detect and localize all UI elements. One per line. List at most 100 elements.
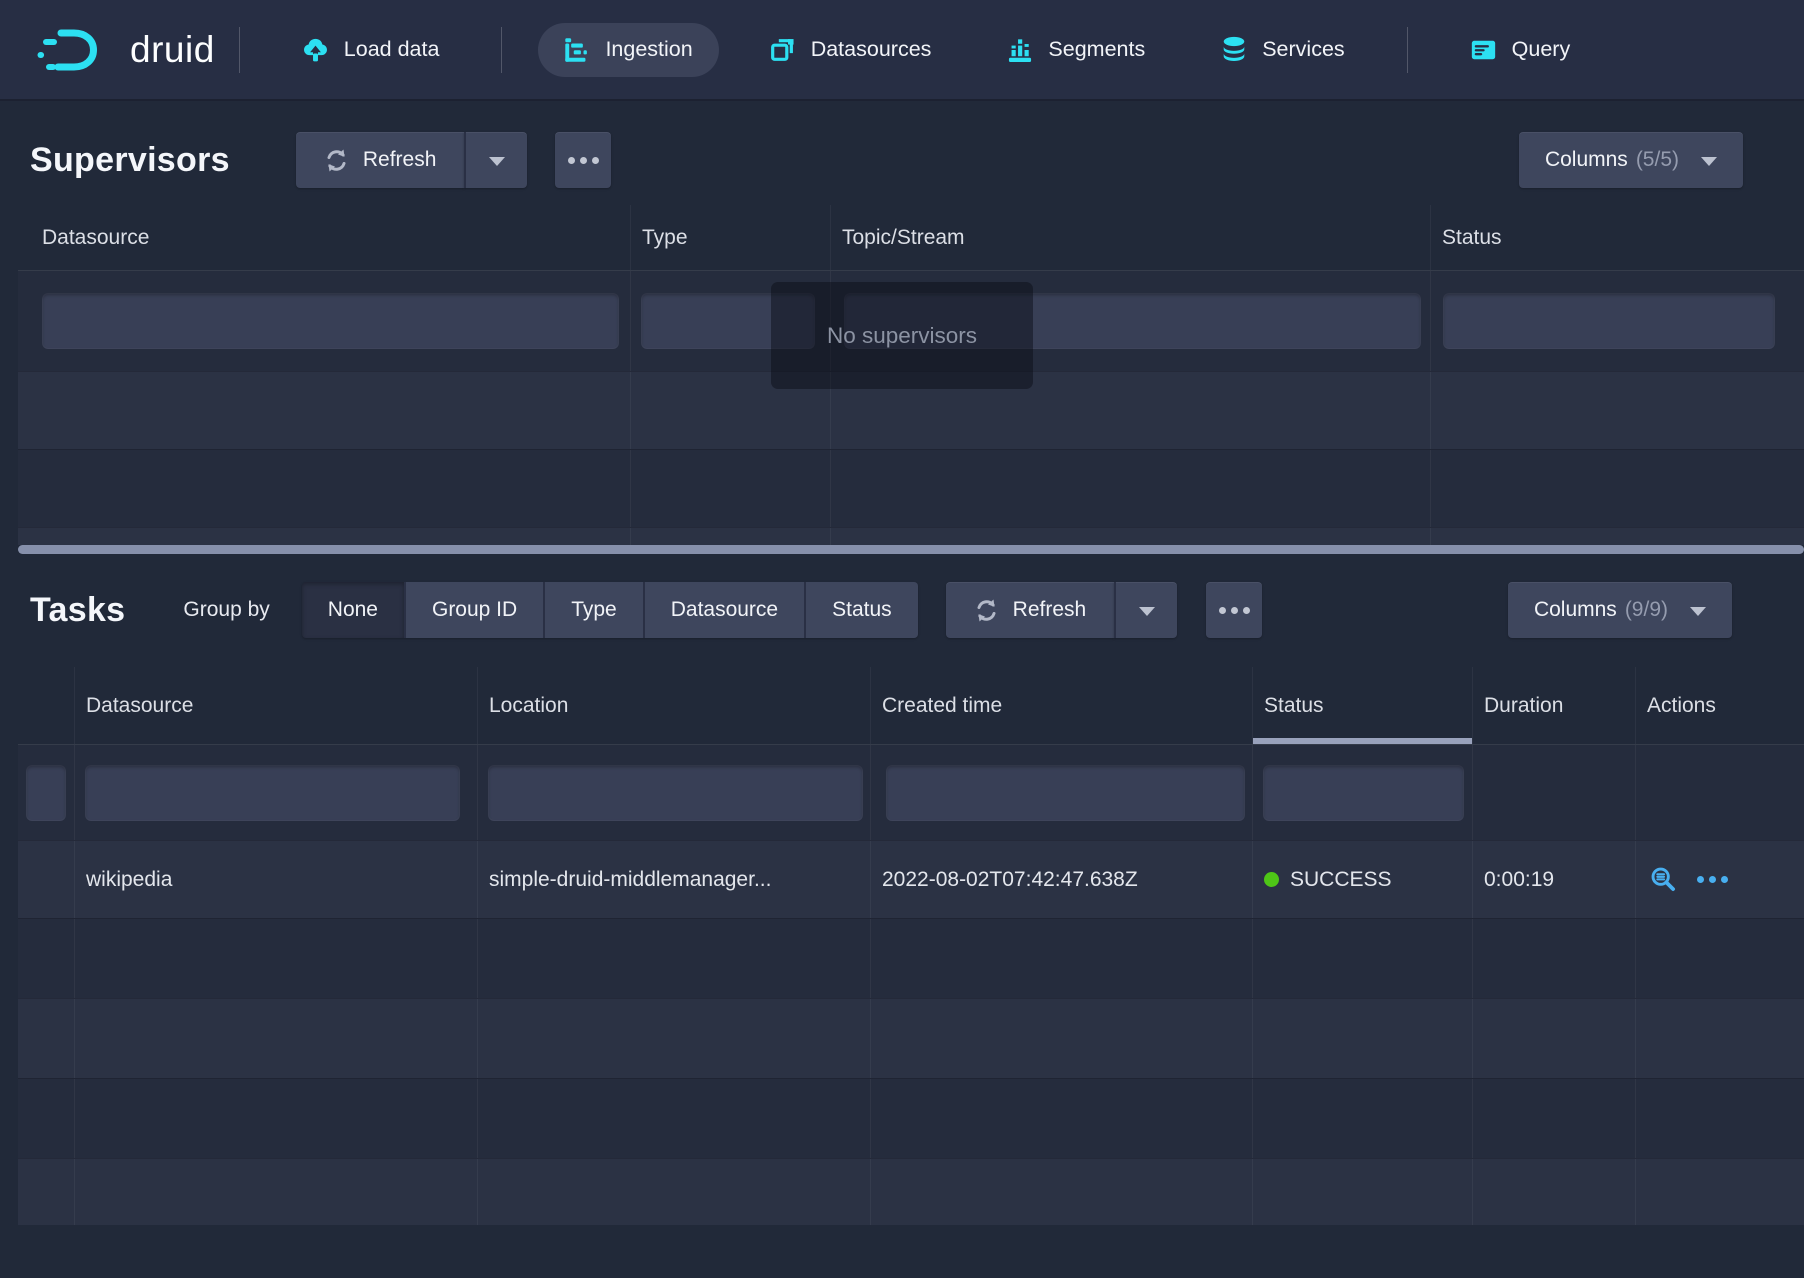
stacked-squares-icon (769, 36, 796, 63)
database-icon (1221, 36, 1247, 63)
druid-brand[interactable]: druid (36, 25, 215, 75)
tasks-section: Tasks Group by None Group ID Type Dataso… (0, 582, 1804, 1225)
top-nav: druid Load data Ingestion (0, 0, 1804, 101)
caret-down-icon (489, 157, 505, 166)
nav-item-label: Datasources (811, 37, 932, 62)
refresh-icon (324, 148, 349, 173)
tasks-empty-row (18, 998, 1804, 1078)
nav-item-query[interactable]: Query (1444, 23, 1597, 77)
columns-label: Columns (1534, 598, 1617, 622)
group-by-status-button[interactable]: Status (804, 582, 918, 638)
nav-item-ingestion[interactable]: Ingestion (538, 23, 718, 77)
brand-wordmark: druid (130, 29, 215, 71)
task-actions (1635, 841, 1804, 918)
task-row-wikipedia[interactable]: wikipedia simple-druid-middlemanager... … (18, 840, 1804, 918)
supervisors-empty-row (18, 449, 1804, 527)
columns-count: (9/9) (1625, 598, 1668, 622)
filter-input-row-index[interactable] (26, 765, 66, 821)
horizontal-scrollbar[interactable] (18, 545, 1804, 554)
tasks-refresh-button[interactable]: Refresh (946, 582, 1115, 638)
refresh-icon (974, 598, 999, 623)
search-details-icon[interactable] (1650, 866, 1677, 893)
task-created-time: 2022-08-02T07:42:47.638Z (870, 841, 1252, 918)
tasks-empty-row (18, 1078, 1804, 1158)
status-text: SUCCESS (1290, 868, 1392, 892)
column-header-location[interactable]: Location (477, 667, 870, 744)
nav-item-label: Query (1512, 37, 1571, 62)
bar-chart-icon (1007, 37, 1033, 63)
task-duration: 0:00:19 (1472, 841, 1635, 918)
success-status-dot-icon (1264, 872, 1279, 887)
supervisors-title: Supervisors (30, 141, 230, 180)
group-by-group-id-button[interactable]: Group ID (404, 582, 543, 638)
columns-count: (5/5) (1636, 148, 1679, 172)
group-by-label: Group by (183, 598, 269, 622)
group-by-type-button[interactable]: Type (543, 582, 643, 638)
nav-item-label: Segments (1048, 37, 1145, 62)
nav-divider (239, 27, 240, 73)
filter-input-status[interactable] (1263, 765, 1464, 821)
column-header-duration[interactable]: Duration (1472, 667, 1635, 744)
caret-down-icon (1690, 607, 1706, 616)
task-datasource: wikipedia (74, 841, 477, 918)
tasks-columns-button[interactable]: Columns (9/9) (1508, 582, 1732, 638)
supervisors-refresh-split-button: Refresh (296, 132, 528, 188)
nav-divider (501, 27, 502, 73)
columns-label: Columns (1545, 148, 1628, 172)
nav-item-label: Ingestion (605, 37, 692, 62)
column-header-created-time[interactable]: Created time (870, 667, 1252, 744)
caret-down-icon (1139, 607, 1155, 616)
supervisors-table-header: Datasource Type Topic/Stream Status (18, 205, 1804, 271)
column-header-status[interactable]: Status (1430, 205, 1804, 270)
more-icon (1219, 607, 1250, 614)
gantt-chart-icon (564, 37, 590, 63)
column-header-datasource[interactable]: Datasource (74, 667, 477, 744)
more-icon (568, 157, 599, 164)
refresh-label: Refresh (1013, 598, 1087, 622)
column-header-datasource[interactable]: Datasource (18, 205, 630, 270)
supervisors-refresh-button[interactable]: Refresh (296, 132, 465, 188)
no-supervisors-message: No supervisors (771, 282, 1033, 389)
filter-input-location[interactable] (488, 765, 863, 821)
nav-item-services[interactable]: Services (1195, 22, 1370, 77)
filter-input-created-time[interactable] (886, 765, 1245, 821)
more-actions-icon[interactable] (1697, 876, 1728, 883)
column-header-actions[interactable]: Actions (1635, 667, 1804, 744)
column-header-status[interactable]: Status (1252, 667, 1472, 744)
nav-item-segments[interactable]: Segments (981, 23, 1171, 77)
filter-input-datasource[interactable] (85, 765, 460, 821)
filter-input-status[interactable] (1443, 293, 1775, 349)
supervisors-more-button[interactable] (555, 132, 611, 188)
nav-item-datasources[interactable]: Datasources (743, 22, 958, 77)
nav-item-label: Load data (344, 37, 440, 62)
tasks-table: Datasource Location Created time Status … (18, 667, 1804, 1225)
supervisors-header: Supervisors Refresh Column (0, 132, 1804, 188)
column-header-type[interactable]: Type (630, 205, 830, 270)
supervisors-refresh-options-button[interactable] (464, 132, 527, 188)
druid-logo-icon (36, 25, 114, 75)
group-by-none-button[interactable]: None (302, 582, 404, 638)
tasks-more-button[interactable] (1206, 582, 1262, 638)
console-icon (1470, 37, 1497, 63)
nav-item-load-data[interactable]: Load data (276, 22, 466, 77)
supervisors-table: Datasource Type Topic/Stream Status No s… (18, 205, 1804, 554)
sort-indicator (1253, 738, 1472, 744)
tasks-filter-row (18, 745, 1804, 840)
tasks-header: Tasks Group by None Group ID Type Dataso… (0, 582, 1804, 638)
group-by-segmented-control: None Group ID Type Datasource Status (302, 582, 918, 638)
supervisors-section: Supervisors Refresh Column (0, 132, 1804, 554)
supervisors-partial-row (18, 527, 1804, 545)
column-header-row-index[interactable] (18, 667, 74, 744)
group-by-datasource-button[interactable]: Datasource (643, 582, 804, 638)
caret-down-icon (1701, 157, 1717, 166)
column-header-topic-stream[interactable]: Topic/Stream (830, 205, 1430, 270)
tasks-table-header: Datasource Location Created time Status … (18, 667, 1804, 745)
tasks-refresh-split-button: Refresh (946, 582, 1178, 638)
filter-input-datasource[interactable] (42, 293, 619, 349)
tasks-partial-row (18, 1158, 1804, 1225)
cloud-upload-icon (302, 36, 329, 63)
tasks-refresh-options-button[interactable] (1114, 582, 1177, 638)
supervisors-columns-button[interactable]: Columns (5/5) (1519, 132, 1743, 188)
nav-divider (1407, 27, 1408, 73)
nav-item-label: Services (1262, 37, 1344, 62)
